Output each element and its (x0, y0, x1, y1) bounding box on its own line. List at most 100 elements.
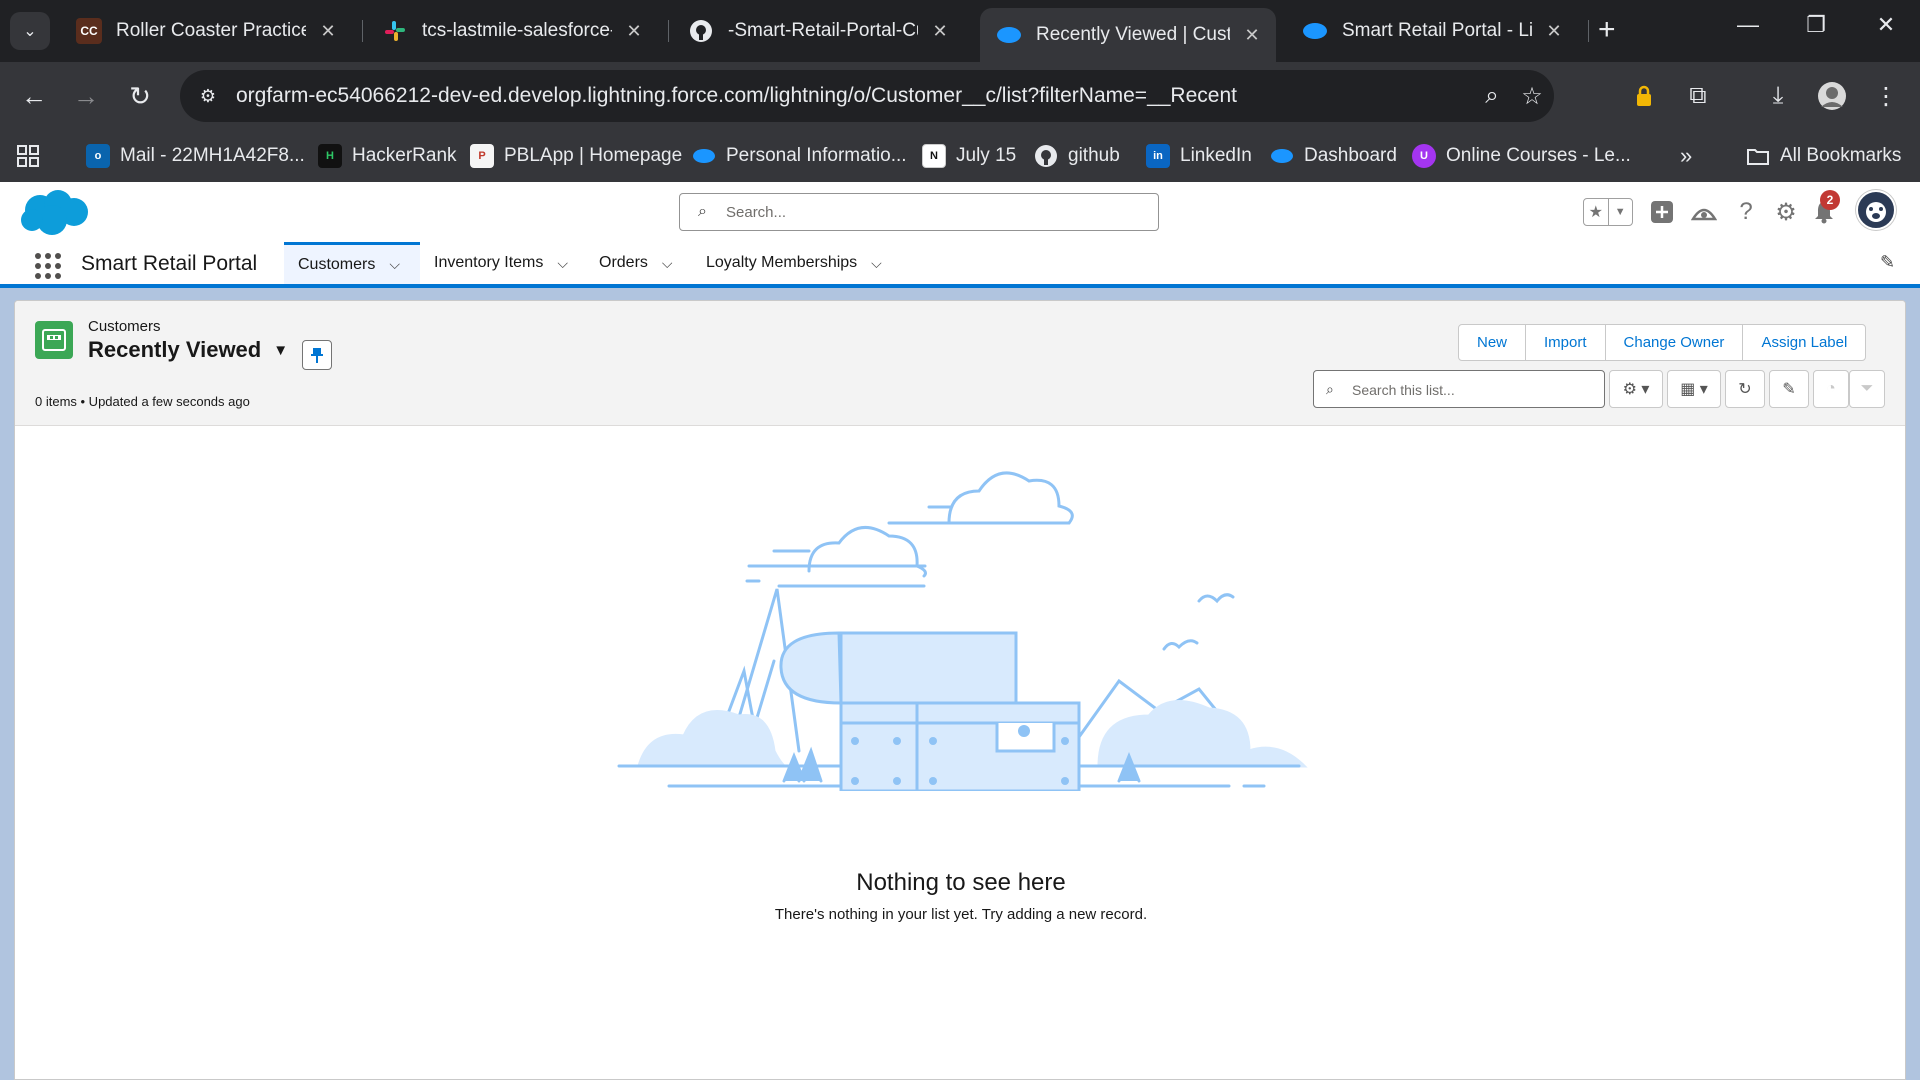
inline-edit-button[interactable]: ✎ (1769, 370, 1809, 408)
site-info-icon[interactable]: ⚙ (194, 82, 222, 110)
list-settings-button[interactable]: ⚙ ▾ (1609, 370, 1663, 408)
pie-chart-icon: ◔ (1826, 380, 1836, 397)
chevron-down-icon[interactable]: ▼ (1607, 199, 1633, 225)
new-button[interactable]: New (1459, 325, 1525, 360)
tab-search-button[interactable]: ⌄ (10, 12, 50, 50)
nav-tab-orders[interactable]: Orders ⌵ (585, 242, 687, 284)
assign-label-button[interactable]: Assign Label (1742, 325, 1865, 360)
global-actions-icon[interactable] (1644, 194, 1680, 230)
new-tab-button[interactable]: + (1598, 12, 1616, 48)
browser-tab[interactable]: CC Roller Coaster Practice Pr ✕ (60, 8, 352, 54)
salesforce-icon (1270, 144, 1294, 168)
slack-icon (382, 18, 408, 44)
bookmark-item[interactable]: in LinkedIn (1146, 140, 1252, 172)
minimize-icon[interactable]: — (1728, 12, 1768, 38)
linkedin-icon: in (1146, 144, 1170, 168)
chevron-down-icon[interactable]: ⌵ (871, 255, 882, 272)
reload-icon[interactable]: ↻ (120, 76, 160, 116)
all-bookmarks-button[interactable]: All Bookmarks (1746, 140, 1901, 172)
table-icon: ▦ ▾ (1680, 381, 1708, 398)
restore-icon[interactable]: ❐ (1796, 12, 1836, 38)
filter-button[interactable]: ⏷ (1849, 370, 1885, 408)
close-icon[interactable]: ✕ (316, 21, 340, 42)
bookmark-item[interactable]: Personal Informatio... (692, 140, 907, 172)
bookmark-item[interactable]: H HackerRank (318, 140, 457, 172)
star-icon[interactable]: ★ (1584, 199, 1608, 225)
bookmark-item[interactable]: U Online Courses - Le... (1412, 140, 1631, 172)
browser-tab[interactable]: -Smart-Retail-Portal-Cust ✕ (672, 8, 964, 54)
import-button[interactable]: Import (1525, 325, 1605, 360)
global-search-input[interactable]: ⌕ Search... (679, 193, 1159, 231)
bookmarks-bar: o Mail - 22MH1A42F8... H HackerRank P PB… (0, 130, 1920, 182)
bookmark-item[interactable]: P PBLApp | Homepage (470, 140, 682, 172)
nav-tab-label: Inventory Items (434, 254, 544, 271)
tab-separator (668, 20, 669, 42)
bookmark-label: HackerRank (352, 145, 457, 166)
pin-icon[interactable] (302, 340, 332, 370)
tab-separator (362, 20, 363, 42)
browser-tab[interactable]: Smart Retail Portal - Ligh ✕ (1286, 8, 1578, 54)
salesforce-icon (1302, 18, 1328, 44)
bookmark-item[interactable]: Dashboard (1270, 140, 1397, 172)
customer-object-icon (35, 321, 73, 359)
extensions-icon[interactable]: ⧉ (1680, 78, 1716, 114)
chevron-down-icon[interactable]: ⌵ (557, 255, 568, 272)
more-menu-icon[interactable]: ⋮ (1868, 78, 1904, 114)
hackerrank-icon: H (318, 144, 342, 168)
nav-tab-inventory-items[interactable]: Inventory Items ⌵ (420, 242, 582, 284)
help-icon[interactable]: ? (1728, 194, 1764, 230)
profile-avatar-icon[interactable] (1814, 78, 1850, 114)
close-icon[interactable]: ✕ (622, 21, 646, 42)
bookmark-star-icon[interactable]: ☆ (1516, 80, 1548, 112)
window-close-icon[interactable]: ✕ (1866, 12, 1906, 38)
bookmark-item[interactable]: o Mail - 22MH1A42F8... (86, 140, 305, 172)
list-search-input[interactable]: ⌕ Search this list... (1313, 370, 1605, 408)
pencil-edit-icon[interactable]: ✎ (1880, 252, 1895, 273)
notification-badge: 2 (1820, 190, 1840, 210)
change-owner-button[interactable]: Change Owner (1604, 325, 1743, 360)
bookmark-item[interactable]: N July 15 (922, 140, 1016, 172)
bookmark-item[interactable]: github (1034, 140, 1120, 172)
zoom-icon[interactable]: ⌕ (1476, 80, 1508, 112)
nav-tab-label: Customers (298, 255, 376, 273)
gear-icon[interactable]: ⚙ (1768, 194, 1804, 230)
list-view-header: Customers Recently Viewed ▼ 0 items • Up… (15, 301, 1905, 426)
browser-toolbar: ← → ↻ ⚙ orgfarm-ec54066212-dev-ed.develo… (0, 62, 1920, 130)
list-view-name: Recently Viewed (88, 337, 262, 362)
gear-icon: ⚙ ▾ (1622, 381, 1650, 398)
list-view-selector[interactable]: Recently Viewed ▼ (88, 337, 288, 363)
browser-tab[interactable]: tcs-lastmile-salesforce-ba ✕ (366, 8, 658, 54)
refresh-icon: ↻ (1738, 381, 1752, 398)
app-launcher-icon[interactable] (34, 252, 62, 280)
forward-arrow-icon[interactable]: → (66, 76, 106, 116)
chevron-down-icon[interactable]: ⌵ (389, 256, 400, 273)
salesforce-icon (692, 144, 716, 168)
address-bar[interactable]: ⚙ orgfarm-ec54066212-dev-ed.develop.ligh… (180, 70, 1554, 122)
refresh-button[interactable]: ↻ (1725, 370, 1765, 408)
nav-tab-customers[interactable]: Customers ⌵ (284, 242, 420, 284)
download-icon[interactable]: ⤓ (1760, 78, 1796, 114)
bookmark-label: Dashboard (1304, 145, 1397, 166)
close-icon[interactable]: ✕ (1542, 21, 1566, 42)
bookmark-label: github (1068, 145, 1120, 166)
close-icon[interactable]: ✕ (1240, 25, 1264, 46)
charts-button[interactable]: ◔ (1813, 370, 1849, 408)
bookmarks-overflow-icon[interactable]: » (1680, 140, 1692, 172)
favorites-button[interactable]: ★ ▼ (1583, 198, 1633, 226)
browser-tab-active[interactable]: Recently Viewed | Custon ✕ (980, 8, 1276, 62)
caret-down-icon[interactable]: ▼ (273, 342, 288, 359)
nav-tab-loyalty-memberships[interactable]: Loyalty Memberships ⌵ (692, 242, 896, 284)
github-icon (1034, 144, 1058, 168)
salesforce-logo[interactable] (18, 188, 90, 238)
back-arrow-icon[interactable]: ← (14, 76, 54, 116)
all-bookmarks-label: All Bookmarks (1780, 145, 1902, 166)
user-avatar[interactable] (1856, 190, 1896, 230)
display-as-button[interactable]: ▦ ▾ (1667, 370, 1721, 408)
close-icon[interactable]: ✕ (928, 21, 952, 42)
apps-grid-icon[interactable] (16, 140, 40, 172)
search-icon: ⌕ (698, 203, 707, 220)
chevron-down-icon[interactable]: ⌵ (662, 255, 673, 272)
password-lock-icon[interactable] (1626, 78, 1662, 114)
trailhead-icon[interactable] (1686, 194, 1722, 230)
search-placeholder: Search... (726, 204, 787, 221)
